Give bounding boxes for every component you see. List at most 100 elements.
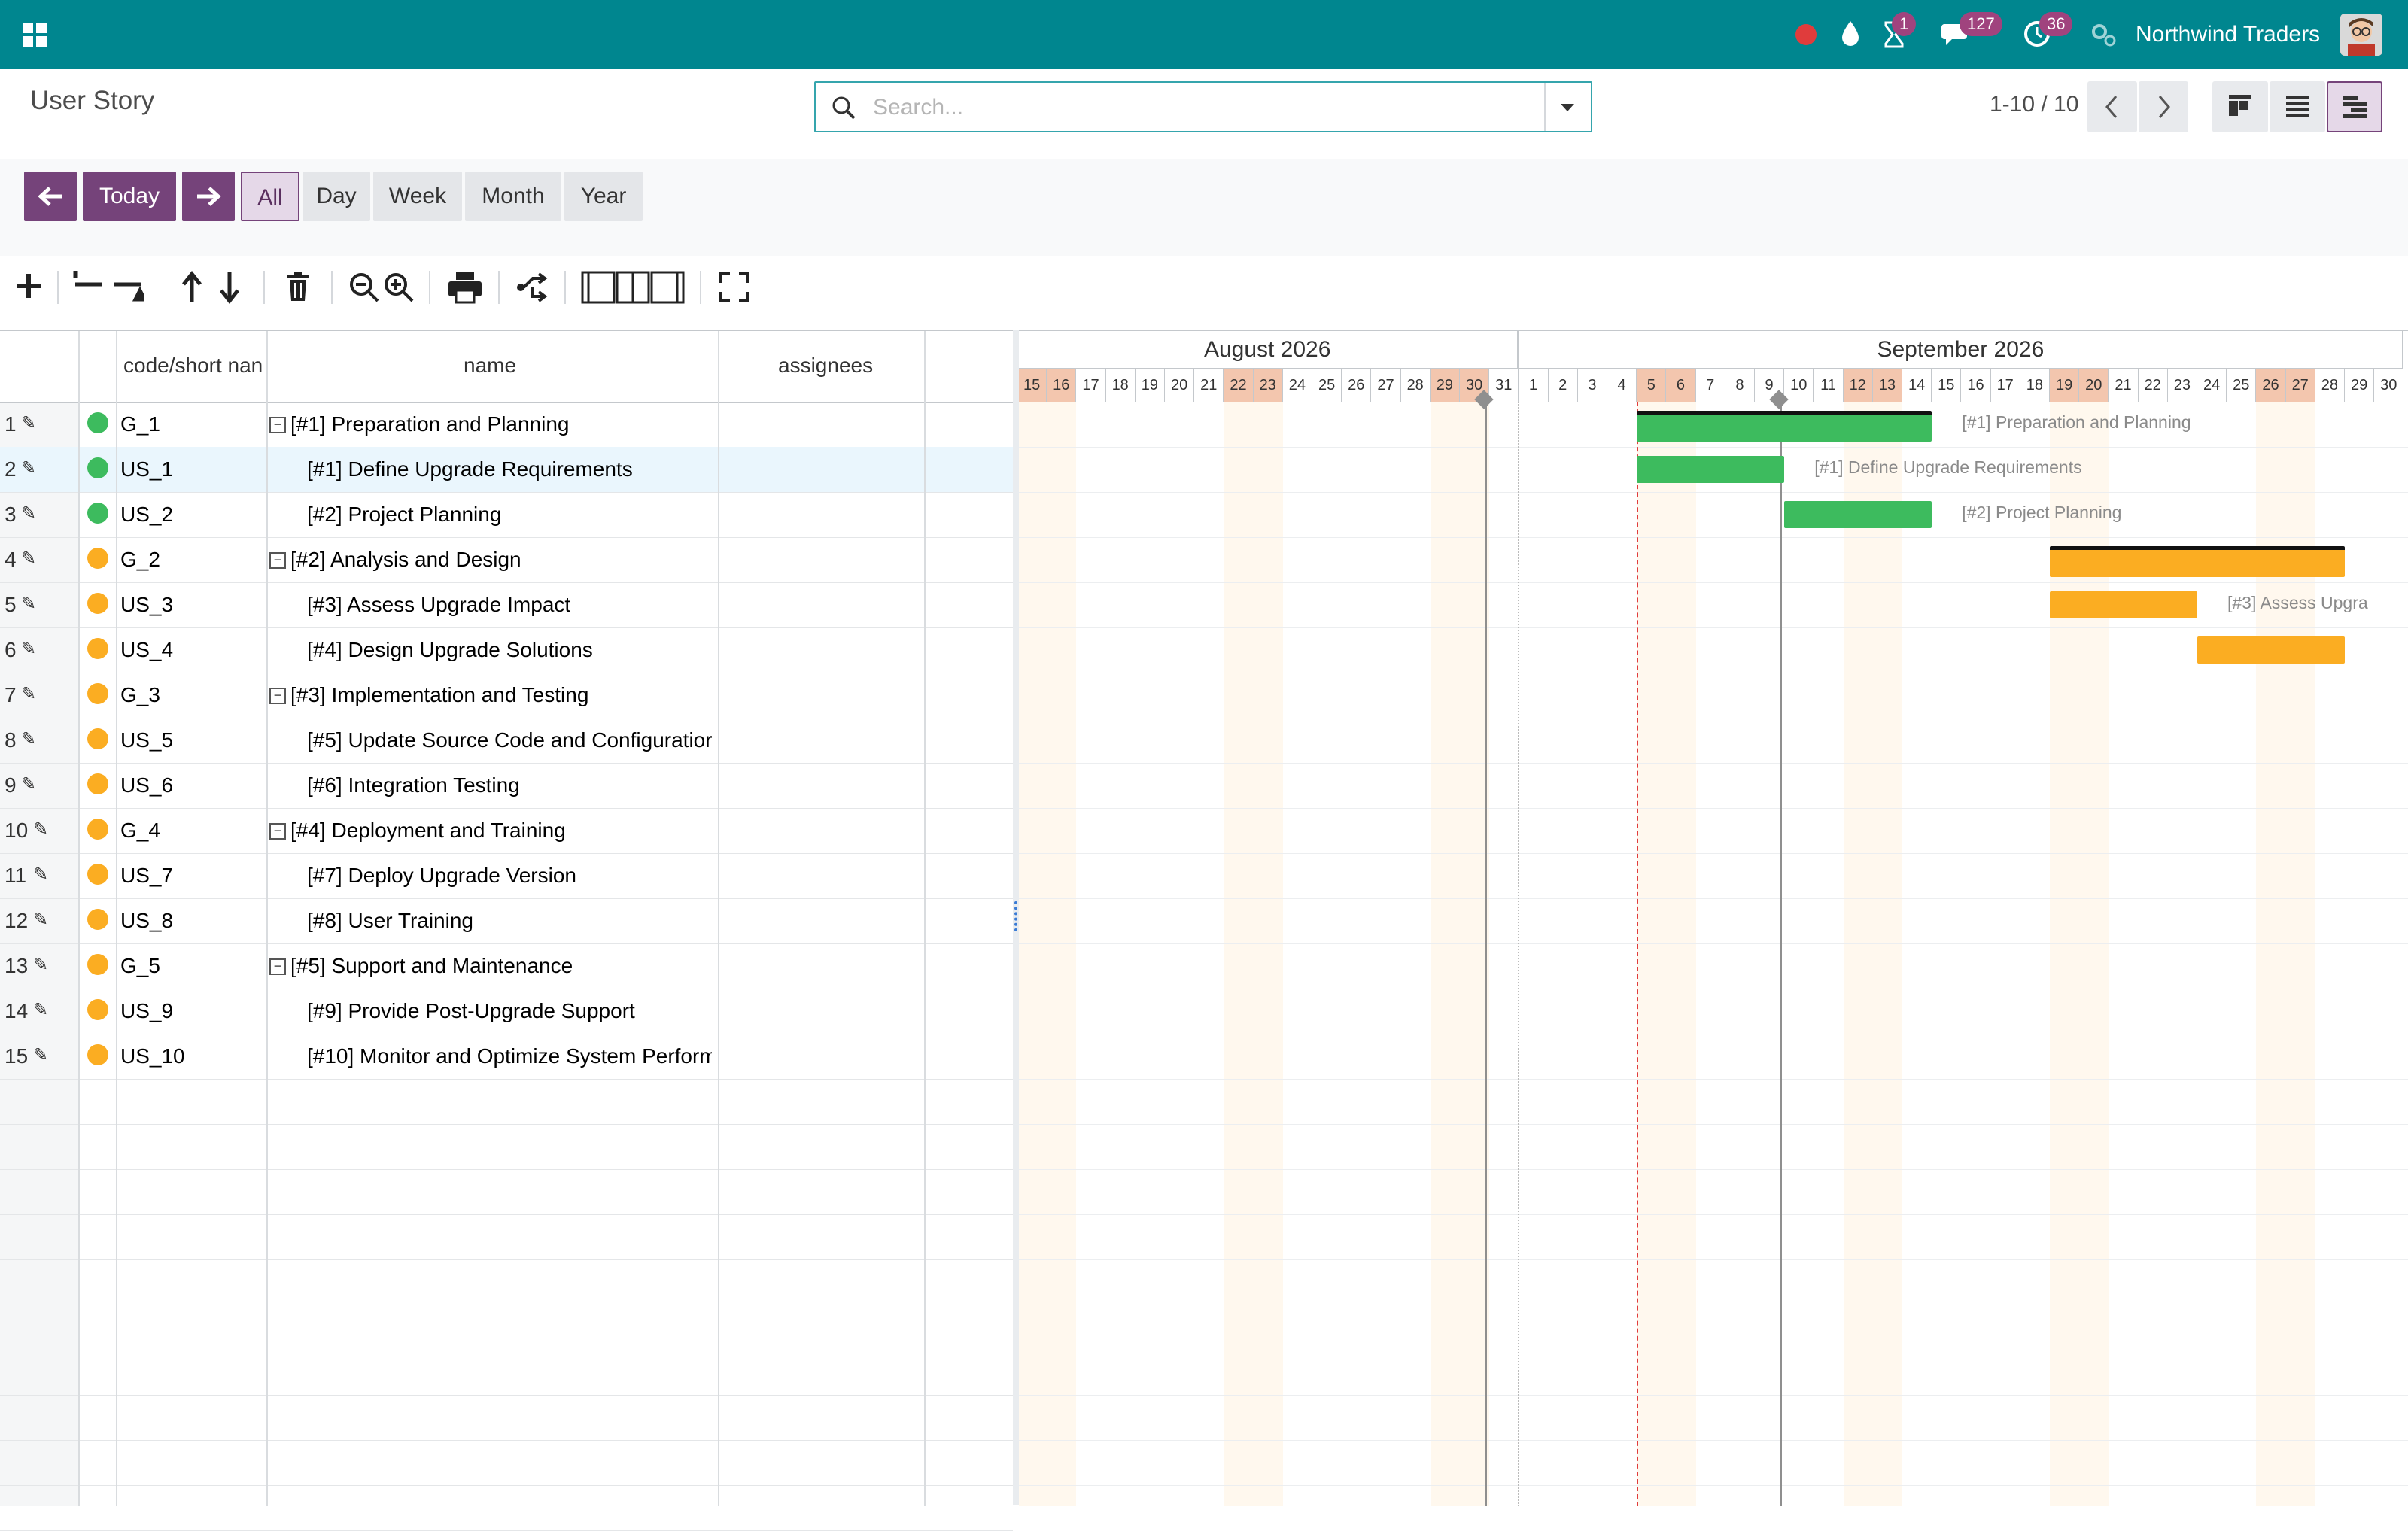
collapse-toggle-icon[interactable]: − — [269, 552, 286, 569]
task-name[interactable]: [#3] Assess Upgrade Impact — [307, 593, 712, 617]
task-bar[interactable] — [1637, 456, 1785, 483]
task-bar[interactable] — [2197, 636, 2345, 664]
critical-path-icon[interactable] — [516, 272, 549, 302]
tab-week[interactable]: Week — [373, 172, 462, 221]
group-row[interactable]: 4 ✎ G_2 − [#2] Analysis and Design — [0, 537, 1013, 583]
task-row[interactable]: 8 ✎ US_5 [#5] Update Source Code and Config… — [0, 718, 1013, 764]
edit-pencil-icon[interactable]: ✎ — [33, 909, 48, 931]
row-number: 9 — [5, 773, 17, 797]
task-row[interactable]: 11 ✎ US_7 [#7] Deploy Upgrade Version — [0, 853, 1013, 899]
task-name[interactable]: [#4] Design Upgrade Solutions — [307, 638, 712, 662]
task-name[interactable]: [#7] Deploy Upgrade Version — [307, 864, 712, 888]
chart-row-line — [1019, 898, 2408, 899]
task-row[interactable]: 5 ✎ US_3 [#3] Assess Upgrade Impact — [0, 582, 1013, 628]
task-name[interactable]: [#9] Provide Post-Upgrade Support — [307, 999, 712, 1023]
edit-pencil-icon[interactable]: ✎ — [21, 593, 36, 615]
edit-pencil-icon[interactable]: ✎ — [33, 1044, 48, 1066]
apps-icon[interactable] — [21, 21, 48, 48]
today-button[interactable]: Today — [83, 172, 176, 221]
task-row[interactable]: 6 ✎ US_4 [#4] Design Upgrade Solutions — [0, 627, 1013, 673]
group-row[interactable]: 7 ✎ G_3 − [#3] Implementation and Testing — [0, 673, 1013, 718]
next-period-button[interactable] — [182, 172, 235, 221]
collapse-toggle-icon[interactable]: − — [269, 688, 286, 704]
edit-pencil-icon[interactable]: ✎ — [21, 638, 36, 660]
edit-pencil-icon[interactable]: ✎ — [33, 819, 48, 840]
task-row[interactable]: 9 ✎ US_6 [#6] Integration Testing — [0, 763, 1013, 809]
task-name[interactable]: [#6] Integration Testing — [307, 773, 712, 797]
edit-pencil-icon[interactable]: ✎ — [21, 728, 36, 750]
list-view-button[interactable] — [2270, 81, 2325, 132]
tab-year[interactable]: Year — [564, 172, 643, 221]
task-bar[interactable] — [2050, 591, 2197, 618]
task-bar[interactable] — [1784, 501, 1932, 528]
record-icon[interactable] — [1795, 24, 1817, 45]
task-row[interactable]: 3 ✎ US_2 [#2] Project Planning — [0, 492, 1013, 538]
print-icon[interactable] — [447, 271, 483, 304]
edit-pencil-icon[interactable]: ✎ — [21, 683, 36, 705]
collapse-toggle-icon[interactable]: − — [269, 417, 286, 433]
task-name[interactable]: [#2] Project Planning — [307, 503, 712, 527]
drop-icon[interactable] — [1839, 20, 1862, 48]
day-header: 10 — [1784, 369, 1814, 402]
add-icon[interactable] — [14, 271, 44, 301]
group-row[interactable]: 10 ✎ G_4 − [#4] Deployment and Training — [0, 808, 1013, 854]
settings-icon[interactable] — [2089, 21, 2118, 48]
task-row[interactable]: 14 ✎ US_9 [#9] Provide Post-Upgrade Support — [0, 989, 1013, 1034]
task-name[interactable]: [#5] Update Source Code and Configuratio… — [307, 728, 712, 752]
company-name[interactable]: Northwind Traders — [2136, 0, 2320, 69]
column-header-assignees[interactable]: assignees — [778, 354, 873, 378]
task-row[interactable]: 12 ✎ US_8 [#8] User Training — [0, 898, 1013, 944]
trash-icon[interactable] — [286, 272, 310, 302]
zoom-in-icon[interactable] — [382, 271, 415, 304]
task-name[interactable]: [#4] Deployment and Training — [290, 819, 712, 843]
column-header-name[interactable]: name — [464, 354, 516, 378]
edit-pencil-icon[interactable]: ✎ — [33, 954, 48, 976]
tab-month[interactable]: Month — [465, 172, 561, 221]
group-row[interactable]: 1 ✎ G_1 − [#1] Preparation and Planning — [0, 402, 1013, 448]
edit-pencil-icon[interactable]: ✎ — [21, 412, 36, 434]
chart-row-line — [1019, 763, 2408, 764]
edit-pencil-icon[interactable]: ✎ — [21, 773, 36, 795]
group-row[interactable]: 13 ✎ G_5 − [#5] Support and Maintenance — [0, 943, 1013, 989]
pager-previous-button[interactable] — [2087, 81, 2137, 132]
arrow-down-icon[interactable] — [218, 271, 241, 304]
grid-chart-splitter[interactable] — [1013, 330, 1019, 1505]
task-name[interactable]: [#1] Preparation and Planning — [290, 412, 712, 436]
pager-value[interactable]: 1-10 / 10 — [1990, 92, 2078, 117]
task-row[interactable]: 2 ✎ US_1 [#1] Define Upgrade Requirements — [0, 447, 1013, 493]
caret-down-icon[interactable] — [1559, 102, 1576, 113]
day-header: 17 — [1991, 369, 2020, 402]
tab-day[interactable]: Day — [303, 172, 370, 221]
previous-period-button[interactable] — [24, 172, 77, 221]
task-name[interactable]: [#2] Analysis and Design — [290, 548, 712, 572]
search-input[interactable] — [871, 90, 1537, 125]
gantt-view-button[interactable] — [2327, 81, 2382, 132]
edit-pencil-icon[interactable]: ✎ — [21, 457, 36, 479]
task-name[interactable]: [#10] Monitor and Optimize System Perfor… — [307, 1044, 712, 1068]
collapse-toggle-icon[interactable]: − — [269, 823, 286, 840]
edit-pencil-icon[interactable]: ✎ — [33, 864, 48, 885]
task-row[interactable]: 15 ✎ US_10 [#10] Monitor and Optimize Syste… — [0, 1034, 1013, 1080]
search-box[interactable] — [814, 81, 1592, 132]
edit-pencil-icon[interactable]: ✎ — [21, 548, 36, 570]
task-name[interactable]: [#8] User Training — [307, 909, 712, 933]
summary-bar[interactable] — [1637, 411, 1932, 442]
task-name[interactable]: [#5] Support and Maintenance — [290, 954, 712, 978]
task-code: US_4 — [120, 638, 174, 661]
summary-bar[interactable] — [2050, 546, 2345, 577]
user-avatar[interactable] — [2340, 14, 2382, 56]
indent-outdent-icon[interactable] — [72, 268, 144, 304]
layout-columns-icon[interactable] — [581, 271, 686, 304]
column-header-code[interactable]: code/short nan — [123, 354, 265, 378]
arrow-up-icon[interactable] — [181, 271, 203, 304]
fullscreen-icon[interactable] — [719, 272, 749, 302]
zoom-out-icon[interactable] — [348, 271, 381, 304]
tab-all[interactable]: All — [241, 172, 299, 221]
task-name[interactable]: [#3] Implementation and Testing — [290, 683, 712, 707]
kanban-view-button[interactable] — [2212, 81, 2268, 132]
edit-pencil-icon[interactable]: ✎ — [33, 999, 48, 1021]
collapse-toggle-icon[interactable]: − — [269, 958, 286, 975]
pager-next-button[interactable] — [2139, 81, 2188, 132]
task-name[interactable]: [#1] Define Upgrade Requirements — [307, 457, 712, 481]
edit-pencil-icon[interactable]: ✎ — [21, 503, 36, 524]
